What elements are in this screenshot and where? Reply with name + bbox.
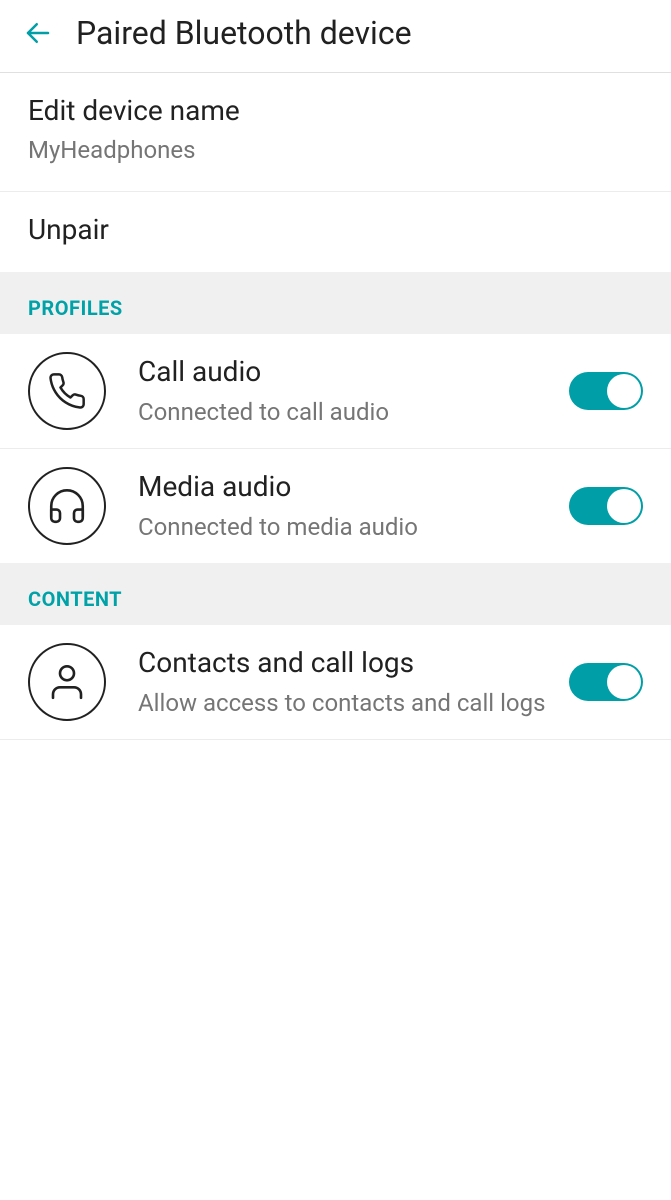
switch-thumb: [607, 665, 641, 699]
headphones-icon: [28, 467, 106, 545]
edit-device-name-row[interactable]: Edit device name MyHeadphones: [0, 73, 671, 192]
unpair-label: Unpair: [28, 212, 643, 248]
contacts-subtitle: Allow access to contacts and call logs: [138, 688, 553, 719]
device-actions-section: Edit device name MyHeadphones Unpair: [0, 73, 671, 272]
edit-device-name-title: Edit device name: [28, 93, 643, 129]
media-audio-text: Media audio Connected to media audio: [138, 469, 569, 543]
switch-thumb: [607, 374, 641, 408]
content-section-header: CONTENT: [0, 563, 671, 625]
app-header: Paired Bluetooth device: [0, 0, 671, 73]
media-audio-title: Media audio: [138, 469, 553, 505]
profiles-section-header: PROFILES: [0, 272, 671, 334]
unpair-row[interactable]: Unpair: [0, 192, 671, 272]
media-audio-subtitle: Connected to media audio: [138, 512, 553, 543]
call-audio-subtitle: Connected to call audio: [138, 397, 553, 428]
contacts-toggle[interactable]: [569, 663, 643, 701]
call-audio-toggle[interactable]: [569, 372, 643, 410]
media-audio-toggle[interactable]: [569, 487, 643, 525]
person-icon: [28, 643, 106, 721]
back-arrow-icon: [23, 18, 53, 48]
call-audio-row[interactable]: Call audio Connected to call audio: [0, 334, 671, 449]
page-title: Paired Bluetooth device: [76, 14, 412, 52]
contacts-title: Contacts and call logs: [138, 645, 553, 681]
call-audio-title: Call audio: [138, 354, 553, 390]
device-name-value: MyHeadphones: [28, 135, 643, 166]
switch-thumb: [607, 489, 641, 523]
contacts-text: Contacts and call logs Allow access to c…: [138, 645, 569, 719]
call-audio-text: Call audio Connected to call audio: [138, 354, 569, 428]
phone-icon: [28, 352, 106, 430]
media-audio-row[interactable]: Media audio Connected to media audio: [0, 449, 671, 563]
back-button[interactable]: [20, 15, 56, 51]
contacts-row[interactable]: Contacts and call logs Allow access to c…: [0, 625, 671, 740]
